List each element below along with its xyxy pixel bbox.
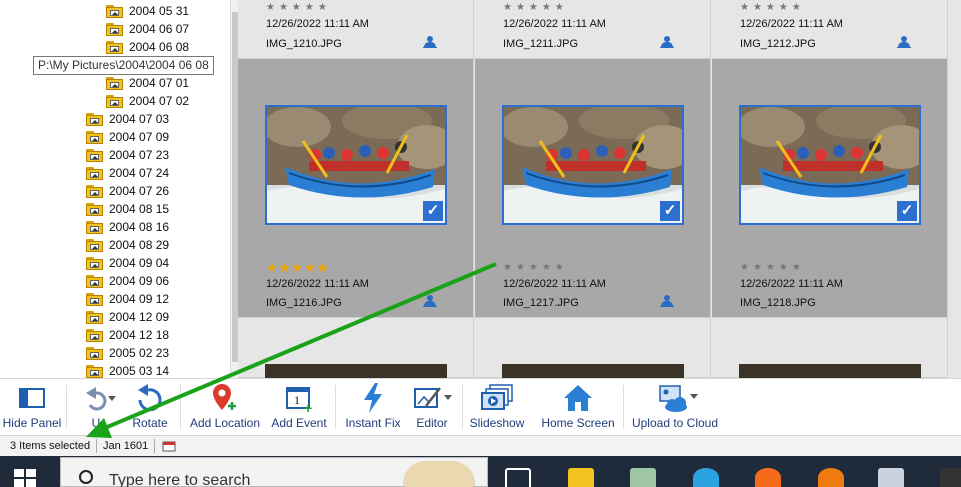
app-window: { "folder_tree": { "items": [ {"label":"… bbox=[0, 0, 961, 487]
annotation-arrow bbox=[86, 262, 497, 438]
